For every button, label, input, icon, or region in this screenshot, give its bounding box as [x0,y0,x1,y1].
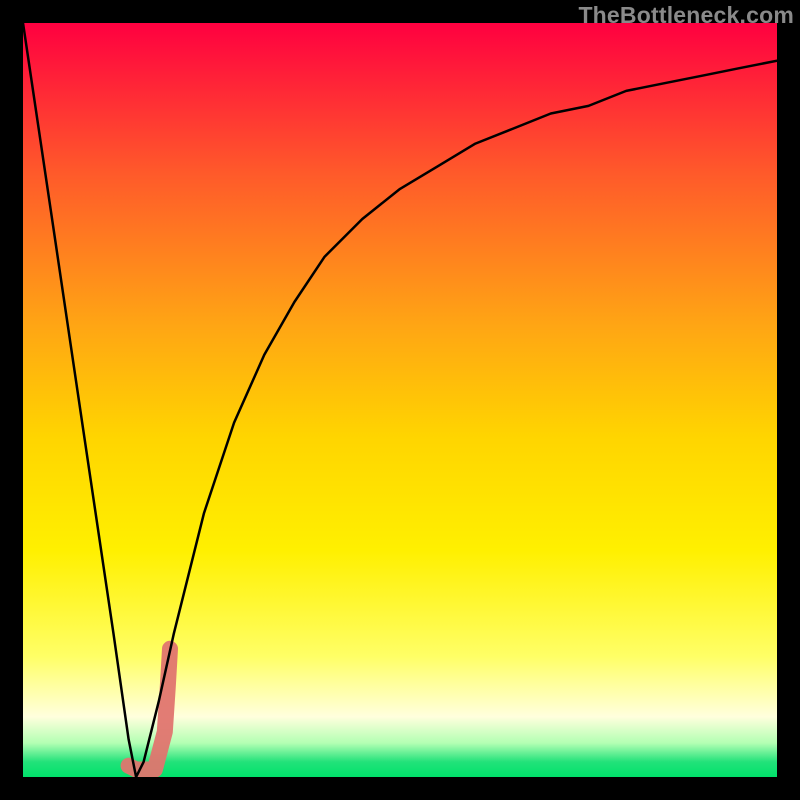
watermark-text: TheBottleneck.com [578,2,794,29]
plot-area [23,23,777,777]
chart-frame: TheBottleneck.com [0,0,800,800]
gradient-background [23,23,777,777]
